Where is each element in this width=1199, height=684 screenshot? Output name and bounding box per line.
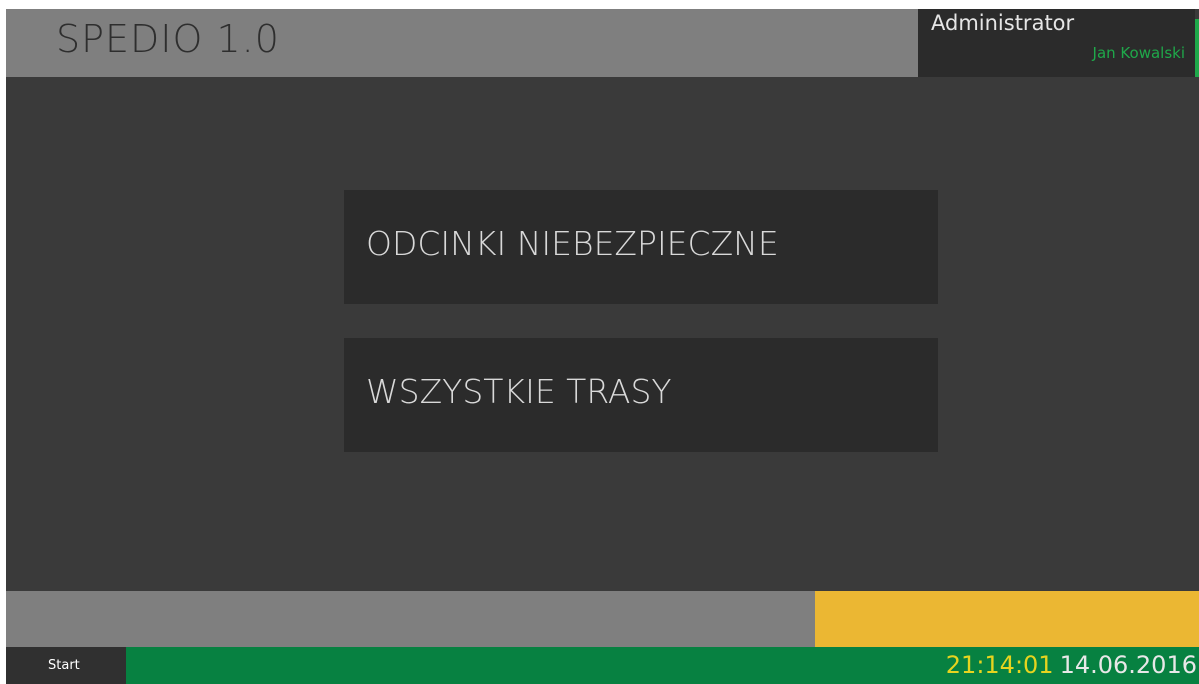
status-bar-yellow bbox=[815, 591, 1199, 647]
all-routes-label: WSZYSTKIE TRASY bbox=[366, 372, 672, 411]
user-role: Administrator bbox=[931, 11, 1075, 35]
main-content: ODCINKI NIEBEZPIECZNE WSZYSTKIE TRASY bbox=[6, 77, 1199, 591]
status-bar-gray bbox=[6, 591, 815, 647]
dangerous-sections-label: ODCINKI NIEBEZPIECZNE bbox=[366, 224, 779, 263]
clock-time: 21:14:01 bbox=[945, 651, 1054, 679]
user-panel: Administrator Jan Kowalski bbox=[918, 9, 1195, 77]
all-routes-button[interactable]: WSZYSTKIE TRASY bbox=[344, 338, 938, 452]
app-title: SPEDIO 1.0 bbox=[56, 17, 280, 61]
user-accent-bar bbox=[1195, 19, 1199, 77]
start-label: Start bbox=[48, 658, 80, 673]
dangerous-sections-button[interactable]: ODCINKI NIEBEZPIECZNE bbox=[344, 190, 938, 304]
user-name: Jan Kowalski bbox=[1092, 44, 1185, 62]
taskbar: Start 21:14:01 14.06.2016 bbox=[6, 647, 1199, 684]
clock-date: 14.06.2016 bbox=[1059, 651, 1197, 679]
clock: 21:14:01 14.06.2016 bbox=[946, 651, 1197, 679]
app-window: SPEDIO 1.0 Administrator Jan Kowalski OD… bbox=[6, 9, 1199, 684]
start-button[interactable]: Start bbox=[6, 647, 126, 684]
header-bar: SPEDIO 1.0 bbox=[6, 9, 918, 77]
